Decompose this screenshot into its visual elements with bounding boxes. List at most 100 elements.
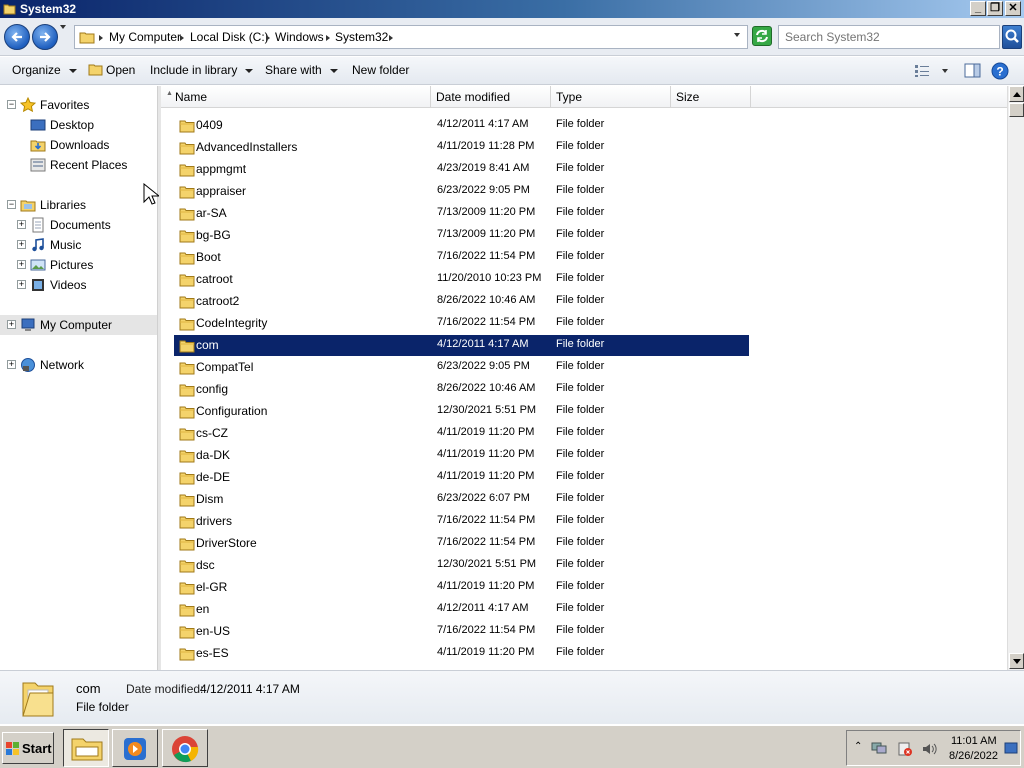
breadcrumb-windows[interactable]: Windows <box>275 30 324 44</box>
file-row[interactable]: Configuration 12/30/2021 5:51 PM File fold… <box>174 401 749 422</box>
file-row[interactable]: en-US 7/16/2022 11:54 PM File folder <box>174 621 749 642</box>
file-row[interactable]: com 4/12/2011 4:17 AM File folder <box>174 335 749 356</box>
volume-icon[interactable] <box>921 741 937 757</box>
nav-documents[interactable]: + Documents <box>0 215 157 235</box>
column-header-type[interactable]: Type <box>551 86 671 108</box>
start-button[interactable]: Start <box>2 732 54 764</box>
new-folder-button[interactable]: New folder <box>352 63 409 77</box>
show-hidden-icons-icon[interactable]: ⌃ <box>854 741 862 752</box>
chevron-right-icon[interactable] <box>180 35 184 41</box>
breadcrumb-system32[interactable]: System32 <box>335 30 388 44</box>
chevron-right-icon[interactable] <box>99 35 103 41</box>
file-name: cs-CZ <box>196 426 228 440</box>
views-dropdown[interactable] <box>942 69 948 73</box>
scroll-up-button[interactable] <box>1009 86 1024 102</box>
column-header-name[interactable]: Name ▲ <box>161 86 431 108</box>
file-row[interactable]: ar-SA 7/13/2009 11:20 PM File folder <box>174 203 749 224</box>
column-header-date[interactable]: Date modified <box>431 86 551 108</box>
details-type: File folder <box>76 700 129 714</box>
title-bar[interactable]: System32 _ ❐ ✕ <box>0 0 1024 18</box>
file-row[interactable]: catroot 11/20/2010 10:23 PM File folder <box>174 269 749 290</box>
help-icon[interactable]: ? <box>991 62 1009 80</box>
file-row[interactable]: de-DE 4/11/2019 11:20 PM File folder <box>174 467 749 488</box>
file-date: 4/12/2011 4:17 AM <box>437 118 529 130</box>
file-row[interactable]: da-DK 4/11/2019 11:20 PM File folder <box>174 445 749 466</box>
nav-recent-places[interactable]: Recent Places <box>0 155 157 175</box>
breadcrumb-local-disk[interactable]: Local Disk (C:) <box>190 30 269 44</box>
expand-toggle[interactable]: + <box>17 260 26 269</box>
file-row[interactable]: catroot2 8/26/2022 10:46 AM File folder <box>174 291 749 312</box>
file-row[interactable]: CodeIntegrity 7/16/2022 11:54 PM File fold… <box>174 313 749 334</box>
file-row[interactable]: appmgmt 4/23/2019 8:41 AM File folder <box>174 159 749 180</box>
expand-toggle[interactable]: + <box>17 280 26 289</box>
chevron-right-icon[interactable] <box>266 35 270 41</box>
file-type: File folder <box>556 624 605 636</box>
organize-button[interactable]: Organize <box>12 63 77 77</box>
show-desktop-icon[interactable] <box>1004 741 1018 755</box>
file-row[interactable]: es-ES 4/11/2019 11:20 PM File folder <box>174 643 749 664</box>
file-row[interactable]: appraiser 6/23/2022 9:05 PM File folder <box>174 181 749 202</box>
file-row[interactable]: el-GR 4/11/2019 11:20 PM File folder <box>174 577 749 598</box>
scroll-down-button[interactable] <box>1009 653 1024 669</box>
nav-libraries[interactable]: − Libraries <box>0 195 157 215</box>
breadcrumb-my-computer[interactable]: My Computer <box>109 30 181 44</box>
taskbar-explorer[interactable] <box>63 729 109 767</box>
back-button[interactable] <box>4 24 30 50</box>
share-with-button[interactable]: Share with <box>265 63 338 77</box>
scroll-thumb[interactable] <box>1009 103 1024 117</box>
chevron-right-icon[interactable] <box>326 35 330 41</box>
collapse-toggle[interactable]: − <box>7 100 16 109</box>
file-row[interactable]: bg-BG 7/13/2009 11:20 PM File folder <box>174 225 749 246</box>
taskbar-media-player[interactable] <box>112 729 158 767</box>
view-options-icon[interactable] <box>914 64 930 78</box>
file-row[interactable]: cs-CZ 4/11/2019 11:20 PM File folder <box>174 423 749 444</box>
address-dropdown[interactable] <box>734 33 740 37</box>
column-header-size[interactable]: Size <box>671 86 751 108</box>
refresh-button[interactable] <box>752 26 772 46</box>
search-button[interactable] <box>1002 25 1022 49</box>
clock-date[interactable]: 8/26/2022 <box>949 750 998 762</box>
vertical-scrollbar[interactable] <box>1007 86 1024 670</box>
close-button[interactable]: ✕ <box>1005 1 1021 16</box>
expand-toggle[interactable]: + <box>17 240 26 249</box>
file-row[interactable]: drivers 7/16/2022 11:54 PM File folder <box>174 511 749 532</box>
action-center-icon[interactable] <box>897 741 913 757</box>
forward-button[interactable] <box>32 24 58 50</box>
chevron-right-icon[interactable] <box>389 35 393 41</box>
file-row[interactable]: DriverStore 7/16/2022 11:54 PM File folder <box>174 533 749 554</box>
file-row[interactable]: AdvancedInstallers 4/11/2019 11:28 PM File… <box>174 137 749 158</box>
preview-pane-icon[interactable] <box>964 63 981 78</box>
nav-favorites[interactable]: − Favorites <box>0 95 157 115</box>
clock-time[interactable]: 11:01 AM <box>951 735 997 747</box>
recent-pages-dropdown[interactable] <box>60 25 66 29</box>
file-row[interactable]: config 8/26/2022 10:46 AM File folder <box>174 379 749 400</box>
nav-downloads[interactable]: Downloads <box>0 135 157 155</box>
nav-documents-label: Documents <box>50 218 111 232</box>
file-name: com <box>196 338 219 352</box>
nav-music[interactable]: + Music <box>0 235 157 255</box>
search-input[interactable] <box>785 27 985 47</box>
minimize-button[interactable]: _ <box>970 1 986 16</box>
nav-videos[interactable]: + Videos <box>0 275 157 295</box>
open-button[interactable]: Open <box>88 63 135 77</box>
file-row[interactable]: Boot 7/16/2022 11:54 PM File folder <box>174 247 749 268</box>
file-row[interactable]: CompatTel 6/23/2022 9:05 PM File folder <box>174 357 749 378</box>
expand-toggle[interactable]: + <box>17 220 26 229</box>
restore-button[interactable]: ❐ <box>987 1 1003 16</box>
file-row[interactable]: Dism 6/23/2022 6:07 PM File folder <box>174 489 749 510</box>
collapse-toggle[interactable]: − <box>7 200 16 209</box>
expand-toggle[interactable]: + <box>7 360 16 369</box>
nav-my-computer[interactable]: + My Computer <box>0 315 157 335</box>
network-tray-icon[interactable] <box>871 741 887 755</box>
address-box[interactable]: My Computer Local Disk (C:) Windows Syst… <box>74 25 748 49</box>
expand-toggle[interactable]: + <box>7 320 16 329</box>
nav-network[interactable]: + Network <box>0 355 157 375</box>
include-in-library-button[interactable]: Include in library <box>150 63 254 77</box>
file-row[interactable]: 0409 4/12/2011 4:17 AM File folder <box>174 115 749 136</box>
file-row[interactable]: en 4/12/2011 4:17 AM File folder <box>174 599 749 620</box>
nav-pictures[interactable]: + Pictures <box>0 255 157 275</box>
taskbar-chrome[interactable] <box>162 729 208 767</box>
nav-desktop[interactable]: Desktop <box>0 115 157 135</box>
file-row[interactable]: dsc 12/30/2021 5:51 PM File folder <box>174 555 749 576</box>
search-box[interactable] <box>778 25 1000 49</box>
